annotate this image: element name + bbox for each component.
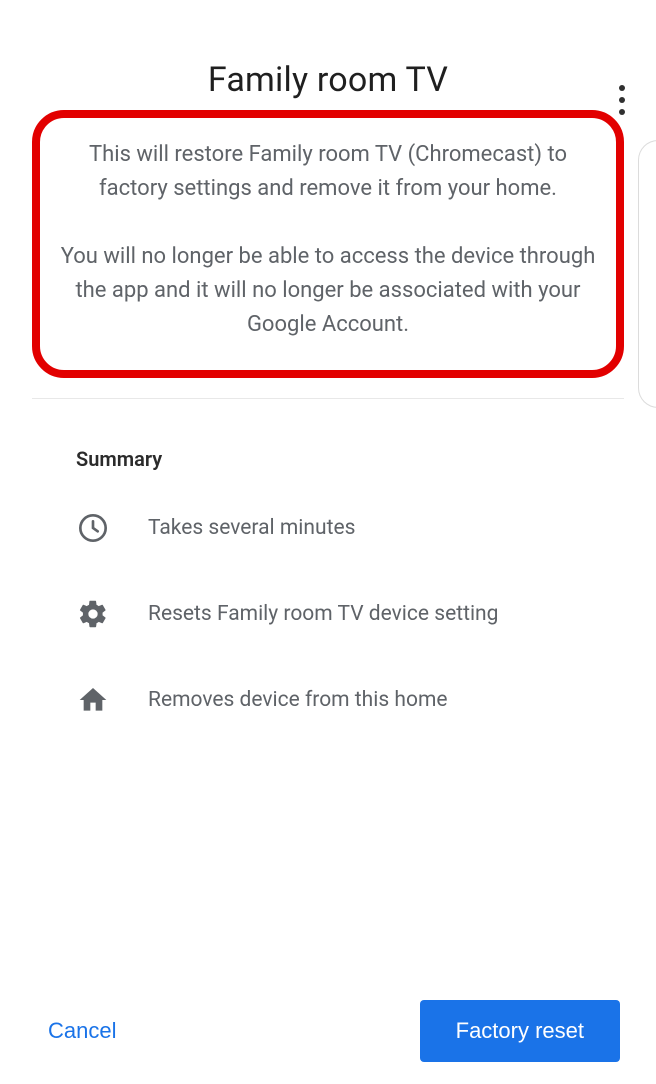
list-item: Takes several minutes — [76, 511, 600, 545]
summary-item-label: Removes device from this home — [148, 688, 448, 712]
home-icon — [76, 683, 110, 717]
more-menu-icon[interactable] — [608, 80, 636, 120]
divider — [32, 398, 624, 399]
summary-item-label: Resets Family room TV device setting — [148, 602, 498, 626]
footer-actions: Cancel Factory reset — [0, 1000, 656, 1062]
list-item: Resets Family room TV device setting — [76, 597, 600, 631]
gear-icon — [76, 597, 110, 631]
list-item: Removes device from this home — [76, 683, 600, 717]
factory-reset-button[interactable]: Factory reset — [420, 1000, 620, 1062]
warning-highlight: This will restore Family room TV (Chrome… — [32, 110, 624, 378]
summary-item-label: Takes several minutes — [148, 516, 355, 540]
cancel-button[interactable]: Cancel — [44, 1008, 120, 1054]
warning-text-1: This will restore Family room TV (Chrome… — [56, 138, 600, 206]
warning-text-2: You will no longer be able to access the… — [56, 240, 600, 342]
side-indicator — [638, 140, 656, 408]
summary-heading: Summary — [76, 447, 600, 471]
page-title: Family room TV — [0, 60, 656, 100]
summary-section: Summary Takes several minutes Resets Fam… — [76, 447, 600, 717]
clock-icon — [76, 511, 110, 545]
